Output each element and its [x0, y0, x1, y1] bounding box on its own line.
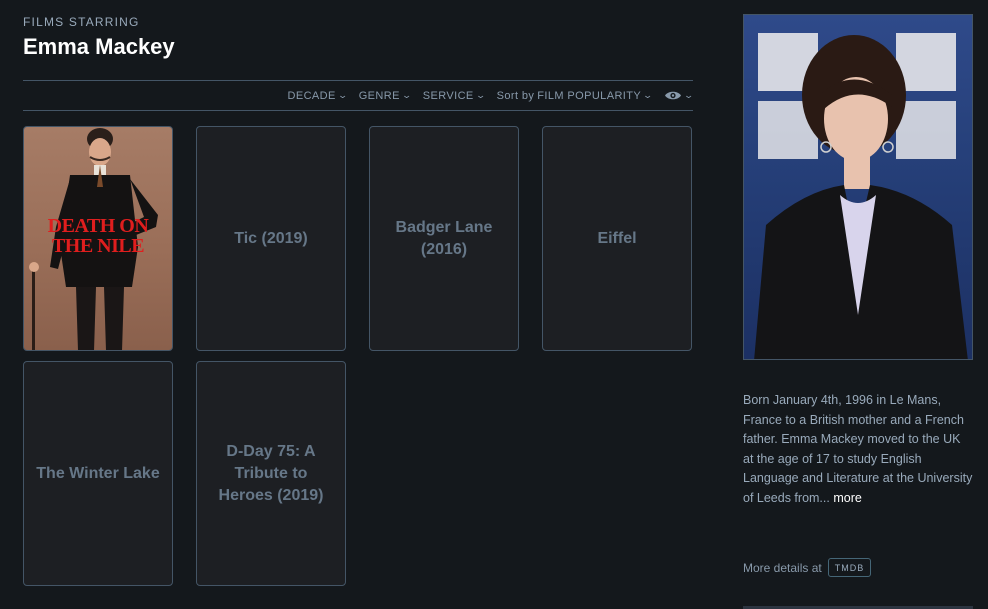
film-poster-d-day-75[interactable]: D-Day 75: A Tribute to Heroes (2019): [196, 361, 346, 586]
actor-photo-image: [754, 33, 968, 359]
service-filter[interactable]: SERVICE ⌄: [422, 89, 487, 102]
section-kicker: FILMS STARRING: [23, 15, 140, 29]
actor-name: Emma Mackey: [23, 34, 175, 59]
sort-dropdown[interactable]: Sort by FILM POPULARITY ⌄: [496, 89, 654, 102]
service-filter-label: SERVICE: [422, 89, 474, 102]
film-poster-the-winter-lake[interactable]: The Winter Lake: [23, 361, 173, 586]
more-details-label: More details at: [743, 560, 822, 575]
tmdb-button[interactable]: TMDB: [827, 558, 872, 577]
genre-filter-label: GENRE: [358, 89, 400, 102]
more-details: More details at TMDB: [743, 558, 872, 577]
film-poster-tic[interactable]: Tic (2019): [196, 126, 346, 351]
chevron-down-icon: ⌄: [337, 90, 349, 100]
actor-bio: Born January 4th, 1996 in Le Mans, Franc…: [743, 391, 973, 508]
divider-bottom: [23, 110, 693, 111]
genre-filter[interactable]: GENRE ⌄: [358, 89, 413, 102]
sidebar: Born January 4th, 1996 in Le Mans, Franc…: [743, 14, 973, 577]
chevron-down-icon: ⌄: [642, 90, 654, 100]
film-title: Tic (2019): [234, 229, 308, 247]
actor-photo: [743, 14, 973, 360]
film-title: D-Day 75: A Tribute to Heroes (2019): [218, 442, 324, 504]
poster-title-text: DEATH ON THE NILE: [47, 215, 149, 257]
visibility-toggle[interactable]: ⌄: [664, 90, 695, 101]
bio-text: Born January 4th, 1996 in Le Mans, Franc…: [743, 393, 973, 505]
eye-icon: [665, 91, 682, 100]
film-title: Badger Lane (2016): [395, 218, 493, 258]
decade-filter-label: DECADE: [287, 89, 336, 102]
sort-prefix: Sort by: [496, 89, 535, 102]
sort-value: FILM POPULARITY: [537, 89, 642, 102]
film-poster-badger-lane[interactable]: Badger Lane (2016): [369, 126, 519, 351]
filter-bar: DECADE ⌄ GENRE ⌄ SERVICE ⌄ Sort by FILM …: [287, 81, 695, 110]
decade-filter[interactable]: DECADE ⌄: [287, 89, 349, 102]
film-grid: DEATH ON THE NILE Tic (2019) Badger Lane…: [23, 126, 692, 586]
chevron-down-icon: ⌄: [475, 90, 487, 100]
bio-more-link[interactable]: more: [833, 491, 861, 505]
film-poster-death-on-the-nile[interactable]: DEATH ON THE NILE: [23, 126, 173, 351]
film-poster-eiffel[interactable]: Eiffel: [542, 126, 692, 351]
chevron-down-icon: ⌄: [401, 90, 413, 100]
film-title: Eiffel: [597, 229, 637, 247]
chevron-down-icon: ⌄: [683, 90, 695, 100]
film-title: The Winter Lake: [36, 464, 160, 482]
